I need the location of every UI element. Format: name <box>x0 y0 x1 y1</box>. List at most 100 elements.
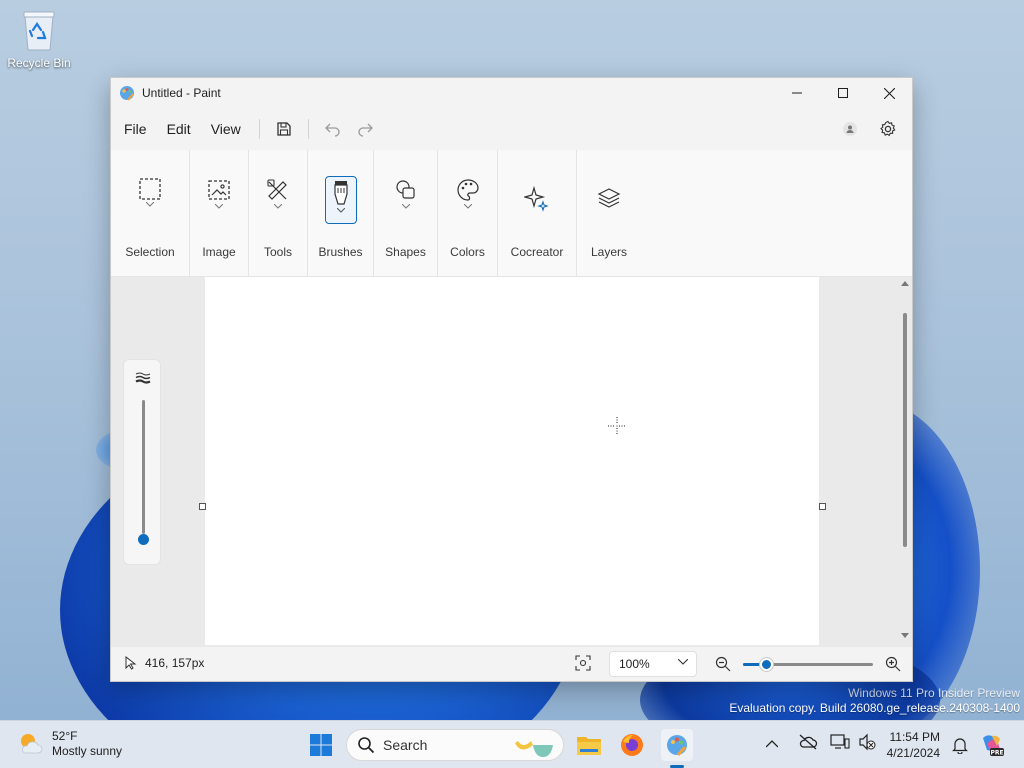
scroll-down-icon[interactable] <box>901 633 909 639</box>
brush-icon <box>333 181 348 205</box>
tools-button[interactable] <box>262 178 294 226</box>
paint-taskbar-button[interactable] <box>661 729 693 761</box>
cocreator-button[interactable] <box>521 186 553 234</box>
chevron-down-icon <box>215 204 223 209</box>
menu-view[interactable]: View <box>201 115 251 143</box>
save-button[interactable] <box>268 113 300 145</box>
search-highlight-icon <box>515 741 553 757</box>
weather-temp: 52°F <box>52 729 78 743</box>
menu-divider <box>307 119 309 139</box>
zoom-slider-thumb[interactable] <box>760 658 773 671</box>
ribbon-group-image: Image <box>190 150 249 277</box>
account-button[interactable] <box>834 113 866 145</box>
onedrive-button[interactable] <box>798 734 818 753</box>
zoom-out-icon <box>715 656 731 672</box>
recycle-bin-icon <box>19 8 59 52</box>
crosshair-cursor-icon <box>608 417 626 435</box>
title-bar[interactable]: Untitled - Paint <box>111 78 912 108</box>
brushes-button[interactable] <box>324 176 357 224</box>
scrollbar-thumb[interactable] <box>903 313 907 547</box>
ribbon-group-colors: Colors <box>438 150 498 277</box>
menu-file[interactable]: File <box>114 115 157 143</box>
zoom-in-button[interactable] <box>885 656 901 675</box>
group-label-image: Image <box>202 245 236 259</box>
speaker-muted-icon <box>859 733 876 751</box>
account-icon <box>843 122 857 136</box>
redo-button[interactable] <box>349 113 381 145</box>
chevron-down-icon <box>678 659 688 665</box>
chevron-down-icon <box>274 204 282 209</box>
cursor-position: 416, 157px <box>145 656 205 670</box>
ribbon-group-selection: Selection <box>111 150 190 277</box>
watermark-line1: Windows 11 Pro Insider Preview <box>848 686 1020 700</box>
close-button[interactable] <box>866 78 912 108</box>
zoom-dropdown[interactable]: 100% <box>609 651 697 677</box>
chevron-down-icon <box>463 204 472 209</box>
ribbon: Selection Image Tools Brushes Shapes Col… <box>111 150 912 277</box>
file-explorer-button[interactable] <box>573 729 605 761</box>
weather-widget[interactable]: 52°F Mostly sunny <box>16 729 122 759</box>
selection-tool-button[interactable] <box>134 178 166 226</box>
maximize-icon <box>838 88 848 98</box>
selection-icon <box>139 178 161 200</box>
group-label-selection: Selection <box>125 245 175 259</box>
start-button[interactable] <box>305 729 337 761</box>
folder-icon <box>577 737 601 755</box>
clock[interactable]: 11:54 PM 4/21/2024 <box>880 729 940 761</box>
stroke-size-icon <box>135 372 151 384</box>
image-icon <box>208 180 230 200</box>
gear-icon <box>880 120 896 137</box>
close-icon <box>883 87 895 99</box>
paint-window: Untitled - Paint File Edit View Selectio… <box>110 77 913 682</box>
layers-button[interactable] <box>593 186 625 234</box>
zoom-out-button[interactable] <box>715 656 731 675</box>
minimize-button[interactable] <box>774 78 820 108</box>
paint-app-icon <box>667 735 687 756</box>
fit-screen-icon <box>575 655 591 671</box>
volume-button[interactable] <box>858 733 878 754</box>
resize-handle-right[interactable] <box>819 503 826 510</box>
search-icon <box>358 737 375 754</box>
network-button[interactable] <box>830 733 850 754</box>
taskbar: 52°F Mostly sunny Search 11:54 PM 4/21/2… <box>0 720 1024 768</box>
fit-to-window-button[interactable] <box>575 655 591 674</box>
chevron-down-icon <box>146 202 154 207</box>
group-label-shapes: Shapes <box>385 245 426 259</box>
taskbar-search[interactable]: Search <box>346 729 564 761</box>
tools-icon <box>267 179 287 200</box>
vertical-scrollbar[interactable] <box>898 277 912 647</box>
notifications-button[interactable] <box>944 729 976 761</box>
show-hidden-icons-button[interactable] <box>765 737 782 751</box>
save-icon <box>277 122 291 136</box>
menu-edit[interactable]: Edit <box>157 115 201 143</box>
bell-icon <box>952 738 968 754</box>
zoom-slider[interactable] <box>743 658 873 671</box>
image-tool-button[interactable] <box>203 178 235 226</box>
desktop-icon-recycle-bin[interactable]: Recycle Bin <box>4 8 74 70</box>
redo-icon <box>358 123 373 137</box>
windows-logo-icon <box>310 734 332 756</box>
firefox-button[interactable] <box>616 729 648 761</box>
ribbon-group-shapes: Shapes <box>374 150 438 277</box>
slider-thumb[interactable] <box>138 534 149 545</box>
zoom-in-icon <box>885 656 901 672</box>
slider-track[interactable] <box>142 400 145 534</box>
ribbon-group-cocreator: Cocreator <box>498 150 577 277</box>
paint-app-icon <box>119 85 135 101</box>
undo-button[interactable] <box>317 113 349 145</box>
menu-divider <box>258 119 260 139</box>
scroll-up-icon[interactable] <box>901 280 909 286</box>
resize-handle-left[interactable] <box>199 503 206 510</box>
colors-button[interactable] <box>452 178 484 226</box>
shapes-icon <box>395 180 415 199</box>
settings-button[interactable] <box>872 113 904 145</box>
drawing-canvas[interactable] <box>205 277 819 645</box>
search-placeholder: Search <box>383 737 428 753</box>
shapes-button[interactable] <box>390 178 422 226</box>
copilot-button[interactable]: PRE <box>976 729 1008 761</box>
group-label-tools: Tools <box>263 245 292 259</box>
maximize-button[interactable] <box>820 78 866 108</box>
brush-size-slider[interactable] <box>123 359 161 565</box>
chevron-down-icon <box>401 204 410 209</box>
network-icon <box>830 734 850 749</box>
